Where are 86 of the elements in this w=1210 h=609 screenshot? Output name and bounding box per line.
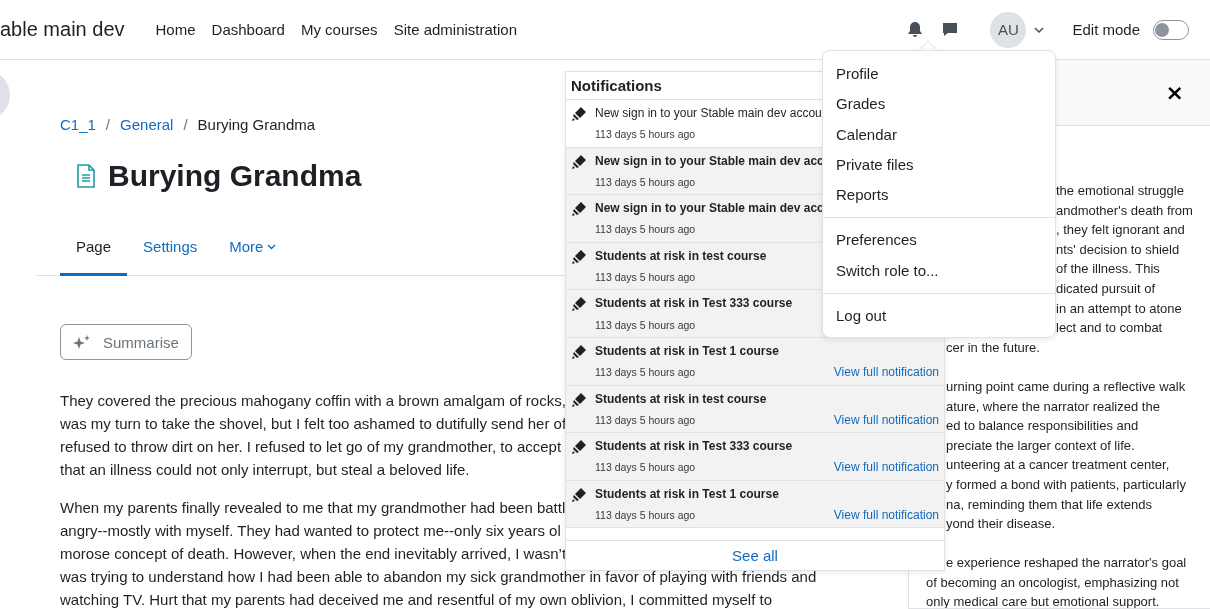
text-line: nts' decision to shield: [1056, 240, 1180, 259]
text-line: was trying to understand how I had been able to abandon my sick grandmother in favor of playing with friends and: [60, 567, 817, 587]
see-all-link[interactable]: See all: [732, 547, 778, 564]
notification-time: 113 days 5 hours ago: [595, 365, 696, 381]
notification-text: Students at risk in Test 1 course: [595, 485, 779, 503]
view-notification-link[interactable]: View full notification: [833, 363, 939, 385]
text-line: y formed a bond with patients, particularly: [946, 475, 1186, 494]
close-button[interactable]: ×: [1161, 80, 1188, 105]
notification-time: 113 days 5 hours ago: [595, 317, 696, 333]
notification-time: 113 days 5 hours ago: [595, 270, 696, 286]
notification-time: 113 days 5 hours ago: [595, 508, 696, 524]
view-notification-link[interactable]: View full notification: [833, 506, 939, 528]
notification-text: Students at risk in test course: [595, 390, 767, 408]
text-line: , they felt ignorant and: [1056, 221, 1185, 240]
view-notification-link[interactable]: View full notification: [833, 458, 939, 480]
nav-link[interactable]: Dashboard: [211, 21, 285, 38]
breadcrumb-link[interactable]: General: [120, 116, 174, 133]
text-line: dicated pursuit of: [1056, 279, 1155, 298]
text-line: cer in the future.: [946, 338, 1040, 357]
nav-link[interactable]: Site administration: [393, 21, 518, 38]
page-title: Burying Grandma: [108, 159, 362, 193]
notification-text: New sign in to your Stable main dev acc: [595, 200, 824, 218]
caret-icon[interactable]: [1034, 26, 1045, 33]
notification-time: 113 days 5 hours ago: [595, 174, 696, 190]
notification-time: 113 days 5 hours ago: [595, 412, 696, 428]
text-line: ature, where the narrator realized the: [946, 397, 1160, 416]
text-line: preciate the larger context of life.: [946, 436, 1135, 455]
notification-text: New sign in to your Stable main dev acc: [595, 152, 824, 170]
text-line: yond their disease.: [946, 515, 1056, 534]
text-line: urning point came during a reflective walk: [946, 377, 1186, 396]
notification-text: Students at risk in Test 1 course: [595, 342, 779, 360]
notification-text: Students at risk in Test 333 course: [595, 438, 793, 456]
notification-text: New sign in to your Stable main dev accou: [595, 105, 822, 122]
notification-item[interactable]: Students at risk in Test 1 course 113 days 5 hours ago View full notification: [566, 337, 944, 386]
text-line: e experience reshaped the narrator's goal: [946, 554, 1187, 573]
marker-icon: [571, 391, 587, 408]
marker-icon: [571, 486, 587, 503]
text-line: watching TV. Hurt that my parents had deceived me and resentful of my own oblivion, I committed myself to: [60, 590, 772, 609]
tab[interactable]: Page: [60, 223, 128, 276]
summarise-button[interactable]: Summarise: [60, 324, 192, 360]
text-line: ed to balance responsibilities and: [946, 417, 1139, 436]
text-line: na, reminding them that life extends: [946, 495, 1152, 514]
marker-icon: [571, 439, 587, 456]
breadcrumb-current[interactable]: Burying Grandma: [197, 116, 316, 133]
text-line: When my parents finally revealed to me that my grandmother had been battl: [60, 498, 566, 518]
marker-icon: [571, 343, 587, 360]
text-line: andmother's death from: [1056, 201, 1193, 220]
breadcrumb-separator: /: [183, 116, 188, 133]
document-icon: [76, 164, 96, 188]
text-line: that an illness could not only interrupt, but steal a beloved life.: [60, 460, 470, 480]
marker-icon: [571, 248, 587, 265]
breadcrumb-separator: /: [105, 116, 111, 133]
notification-item[interactable]: Students at risk in Test 333 course 113 days 5 hours ago View full notification: [566, 433, 944, 481]
text-line: was my turn to take the shovel, but I felt too ashamed to dutifully send her of: [60, 414, 567, 434]
text-line: They covered the precious mahogany coffin with a brown amalgam of rocks,: [60, 391, 566, 411]
notification-item[interactable]: Students at risk in test course 113 days 5 hours ago View full notification: [566, 385, 944, 434]
breadcrumb-link[interactable]: C1_1: [60, 116, 96, 133]
nav-link[interactable]: My courses: [300, 21, 378, 38]
notification-time: 113 days 5 hours ago: [595, 127, 696, 143]
text-line: refused to throw dirt on her. I refused to let go of my grandmother, to accept: [60, 437, 562, 457]
site-name[interactable]: able main dev: [0, 18, 125, 41]
marker-icon: [571, 106, 587, 122]
text-line: of the illness. This: [1056, 260, 1160, 279]
tab[interactable]: More: [213, 223, 293, 276]
text-line: the emotional struggle: [1056, 182, 1184, 200]
notification-time: 113 days 5 hours ago: [595, 460, 696, 476]
text-line: unteering at a cancer treatment center,: [946, 456, 1170, 475]
notification-text: Students at risk in Test 333 course: [595, 295, 793, 313]
text-line: of becoming an oncologist, emphasizing not: [926, 573, 1179, 592]
tab[interactable]: Settings: [127, 223, 214, 276]
edit-mode-switch[interactable]: [1153, 19, 1189, 40]
edit-mode-label: Edit mode: [1072, 21, 1140, 38]
notification-text: Students at risk in test course: [595, 247, 767, 265]
text-line: in an attempt to atone: [1056, 299, 1182, 318]
notification-time: 113 days 5 hours ago: [595, 222, 696, 238]
text-line: lect and to combat: [1056, 319, 1163, 338]
notification-item[interactable]: Students at risk in Test 1 course 113 days 5 hours ago View full notification: [566, 480, 944, 529]
view-notification-link[interactable]: View full notification: [833, 410, 939, 433]
sparkle-icon: [73, 334, 91, 350]
marker-icon: [571, 296, 587, 313]
text-line: morose concept of death. However, when the end inevitably arrived, I wasn’t: [60, 544, 567, 564]
text-line: angry--mostly with myself. They had wanted to protect me--only six years ol: [60, 521, 561, 541]
nav-link[interactable]: Home: [155, 21, 196, 38]
user-avatar[interactable]: AU: [990, 11, 1027, 48]
marker-icon: [571, 153, 587, 170]
marker-icon: [571, 201, 587, 218]
